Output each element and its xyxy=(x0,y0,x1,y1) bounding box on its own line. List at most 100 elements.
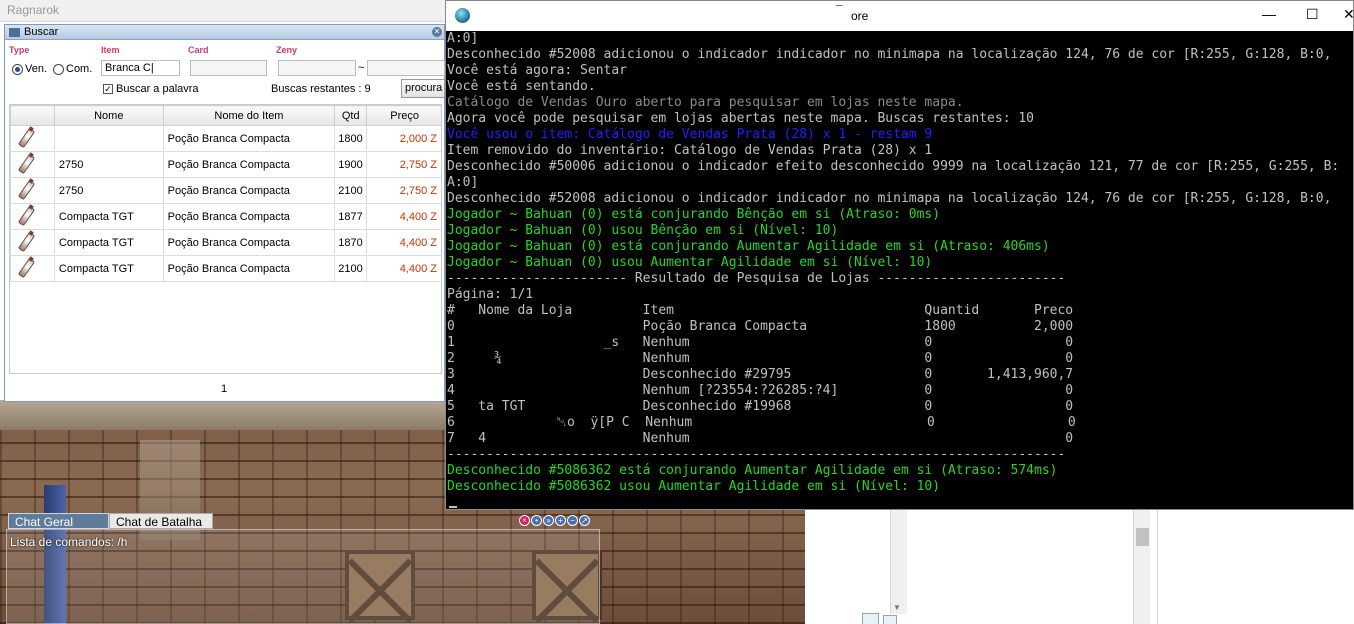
scroll-down-icon[interactable]: ▼ xyxy=(893,603,901,612)
cell-qtd: 2100 xyxy=(334,255,368,282)
potion-icon xyxy=(10,177,55,204)
chat-log[interactable]: Lista de comandos: /h xyxy=(6,529,600,624)
table-row[interactable]: Compacta TGT Poção Branca Compacta 2100 … xyxy=(10,255,441,282)
cell-preco: 4,400 Z xyxy=(366,203,441,230)
cell-item: Poção Branca Compacta xyxy=(162,203,336,230)
app-icon xyxy=(455,8,470,23)
table-row[interactable]: Compacta TGT Poção Branca Compacta 1870 … xyxy=(10,229,441,256)
console-line: Jogador ~ Bahuan (0) está conjurando Bên… xyxy=(447,207,941,222)
table-row[interactable]: 2750 Poção Branca Compacta 2100 2,750 Z xyxy=(10,177,441,204)
buscas-restantes: Buscas restantes : 9 xyxy=(271,83,371,95)
tab-chat-geral[interactable]: Chat Geral xyxy=(8,513,109,529)
chat-resize-icon[interactable]: ↗ xyxy=(579,515,590,526)
console-line: Desconhecido #52008 adicionou o indicado… xyxy=(447,191,1332,206)
buscar-titlebar[interactable]: Buscar ✕ xyxy=(5,25,444,40)
console-titlebar[interactable]: ¯ ore — ☐ ✕ xyxy=(446,1,1353,31)
zeny-min-input[interactable] xyxy=(278,60,356,76)
cell-preco: 4,400 Z xyxy=(366,229,441,256)
table-row[interactable]: Compacta TGT Poção Branca Compacta 1877 … xyxy=(10,203,441,230)
cell-preco: 2,750 Z xyxy=(366,151,441,178)
potion-icon xyxy=(10,151,55,178)
maximize-icon[interactable]: ☐ xyxy=(1306,6,1319,23)
console-line: Jogador ~ Bahuan (0) usou Aumentar Agili… xyxy=(447,255,933,270)
console-line: Catálogo de Vendas Ouro aberto para pesq… xyxy=(447,95,964,110)
results-table: Nome Nome do Item Qtd Preço Poção Branca… xyxy=(9,104,442,374)
card-label: Card xyxy=(188,45,209,55)
buscar-palavra-checkbox[interactable]: ✓ xyxy=(103,84,113,94)
col-item[interactable]: Nome do Item xyxy=(162,105,336,126)
window-icon xyxy=(9,28,20,37)
console-line: 5 ta TGT Desconhecido #19968 0 0 xyxy=(447,399,1074,414)
console-line: Página: 1/1 xyxy=(447,287,534,302)
game-window-titlebar[interactable]: Ragnarok xyxy=(0,0,445,22)
background-window[interactable] xyxy=(805,510,1354,624)
minimize-icon[interactable]: — xyxy=(1262,6,1276,22)
zeny-label: Zeny xyxy=(276,45,298,55)
console-line: 4 Nenhum [?23554:?26285:?4] 0 0 xyxy=(447,383,1074,398)
type-com-label: Com. xyxy=(66,63,93,75)
console-line: Desconhecido #50006 adicionou o indicado… xyxy=(447,159,1340,174)
cell-item: Poção Branca Compacta xyxy=(162,255,336,282)
cell-item: Poção Branca Compacta xyxy=(162,151,336,178)
chat-minus-icon[interactable]: − xyxy=(567,515,578,526)
potion-icon xyxy=(10,125,55,152)
potion-icon xyxy=(10,255,55,282)
buscar-palavra-label: Buscar a palavra xyxy=(116,83,199,95)
console-line: ----------------------- Resultado de Pes… xyxy=(447,271,1066,286)
cell-nome: 2750 xyxy=(53,177,164,204)
chat-add-icon[interactable]: + xyxy=(555,515,566,526)
scrollbar[interactable] xyxy=(1133,510,1150,624)
console-line: Jogador ~ Bahuan (0) está conjurando Aum… xyxy=(447,239,1050,254)
cell-nome: Compacta TGT xyxy=(53,255,164,282)
col-preco[interactable]: Preço xyxy=(366,105,441,126)
item-label: Item xyxy=(101,45,120,55)
console-line: 6 ␀o ÿ[P C Nenhum 0 0 xyxy=(447,415,1076,430)
potion-icon xyxy=(10,229,55,256)
cell-qtd: 1900 xyxy=(334,151,368,178)
cell-item: Poção Branca Compacta xyxy=(162,125,336,152)
type-ven-radio[interactable] xyxy=(12,64,23,75)
zeny-max-input[interactable] xyxy=(367,60,445,76)
potion-icon xyxy=(10,203,55,230)
type-com-radio[interactable] xyxy=(53,64,64,75)
item-input[interactable]: Branca C| xyxy=(101,60,180,76)
page-number[interactable]: 1 xyxy=(221,383,227,395)
chat-close-icon[interactable]: × xyxy=(519,515,530,526)
console-line: Desconhecido #5086362 está conjurando Au… xyxy=(447,463,1058,478)
chat-forward-icon[interactable]: » xyxy=(543,515,554,526)
view-list-icon[interactable] xyxy=(862,613,879,624)
scrollbar[interactable]: ▼ xyxy=(890,510,907,614)
cell-qtd: 2100 xyxy=(334,177,368,204)
procura-button[interactable]: procura xyxy=(401,79,445,98)
game-window-title: Ragnarok xyxy=(7,3,60,17)
chat-settings-icon[interactable]: • xyxy=(531,515,542,526)
console-output[interactable]: A:0] Desconhecido #52008 adicionou o ind… xyxy=(447,31,1353,509)
table-row[interactable]: Poção Branca Compacta 1800 2,000 Z xyxy=(10,125,441,152)
cell-preco: 2,750 Z xyxy=(366,177,441,204)
console-window: ¯ ore — ☐ ✕ A:0] Desconhecido #52008 adi… xyxy=(445,0,1354,510)
buscar-title: Buscar xyxy=(24,26,59,38)
panel-divider xyxy=(1157,510,1158,624)
text-cursor xyxy=(449,506,457,508)
console-line: A:0] xyxy=(447,175,479,190)
console-line: Jogador ~ Bahuan (0) usou Bênção em si (… xyxy=(447,223,839,238)
console-line: A:0] xyxy=(447,31,479,46)
console-line: Você usou o item: Catálogo de Vendas Pra… xyxy=(447,127,933,142)
tab-chat-batalha[interactable]: Chat de Batalha xyxy=(109,513,213,529)
close-icon[interactable]: ✕ xyxy=(1343,6,1353,23)
close-icon[interactable]: ✕ xyxy=(432,27,442,37)
cell-item: Poção Branca Compacta xyxy=(162,177,336,204)
card-input[interactable] xyxy=(190,60,267,76)
console-line: 2 ¾ Nenhum 0 0 xyxy=(447,351,1074,366)
console-line: Desconhecido #52008 adicionou o indicado… xyxy=(447,47,1332,62)
col-nome[interactable]: Nome xyxy=(53,105,164,126)
scroll-thumb[interactable] xyxy=(1136,528,1149,546)
console-line: 7 4 Nenhum 0 xyxy=(447,431,1074,446)
zeny-separator: ~ xyxy=(358,62,365,74)
view-details-icon[interactable] xyxy=(883,615,897,624)
table-row[interactable]: 2750 Poção Branca Compacta 1900 2,750 Z xyxy=(10,151,441,178)
col-qtd[interactable]: Qtd xyxy=(334,105,368,126)
console-line: 3 Desconhecido #29795 0 1,413,960,7 xyxy=(447,367,1074,382)
buscar-window: Buscar ✕ Type Item Card Zeny Ven. Com. B… xyxy=(4,24,445,402)
console-line: ----------------------------------------… xyxy=(447,447,1066,462)
